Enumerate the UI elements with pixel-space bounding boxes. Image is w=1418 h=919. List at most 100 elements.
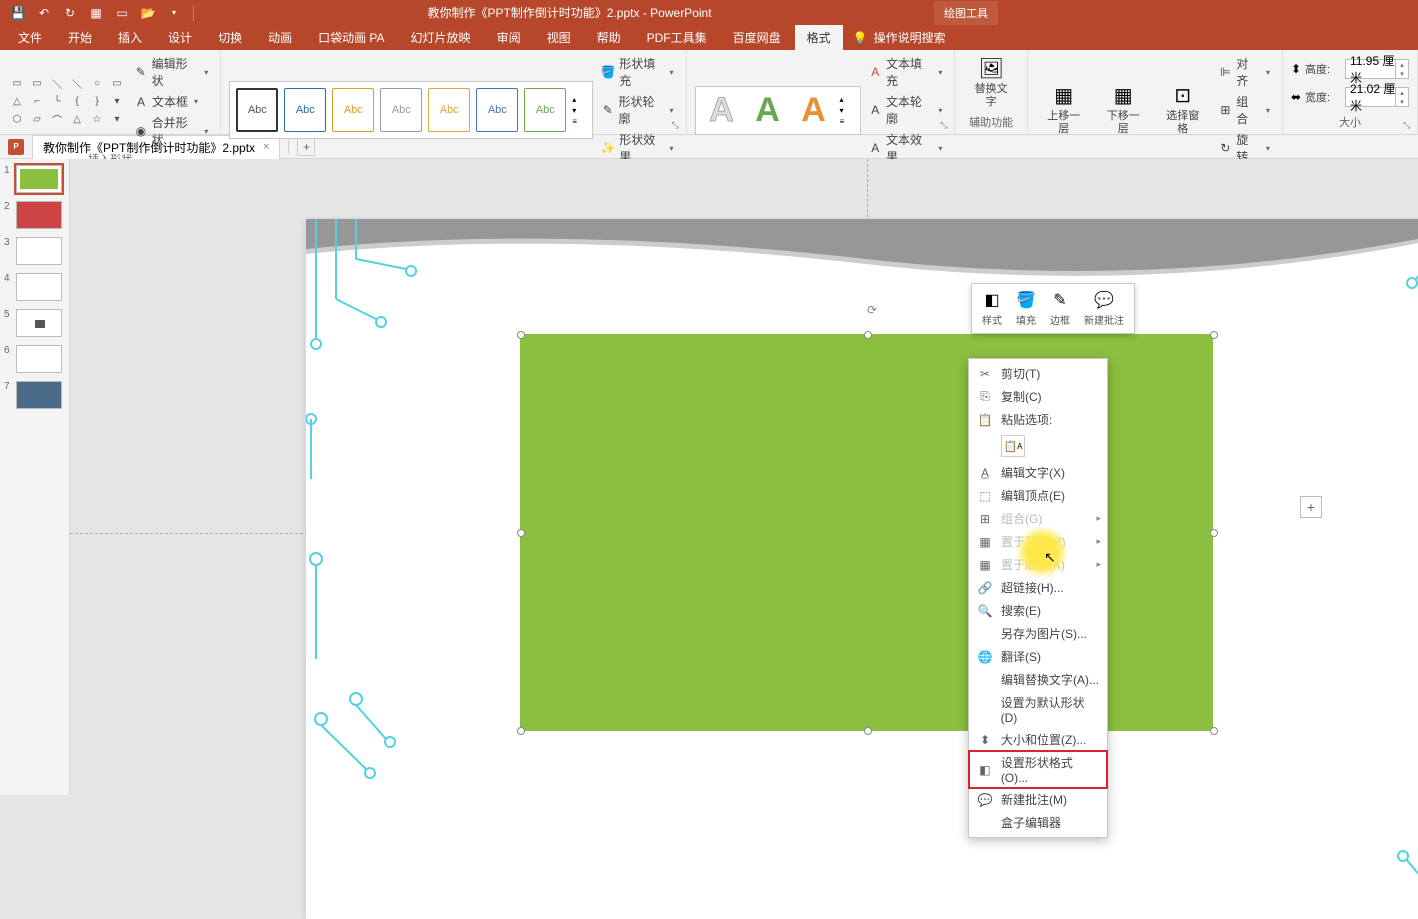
rotate-handle-icon[interactable]: ⟳ bbox=[867, 303, 885, 321]
save-icon[interactable]: 💾 bbox=[8, 3, 28, 23]
wordart-preset-3[interactable]: A bbox=[794, 91, 834, 130]
shape-fill-button[interactable]: 🪣形状填充▾ bbox=[597, 54, 677, 90]
tab-animations[interactable]: 动画 bbox=[256, 25, 304, 50]
slide-thumbnail-7[interactable] bbox=[16, 381, 62, 409]
tab-baidu[interactable]: 百度网盘 bbox=[721, 25, 793, 50]
shape-oval-icon[interactable]: ○ bbox=[88, 76, 106, 92]
slide-thumbnail-6[interactable] bbox=[16, 345, 62, 373]
tab-transitions[interactable]: 切换 bbox=[206, 25, 254, 50]
style-preset-2[interactable]: Abc bbox=[284, 88, 326, 132]
shape-star-icon[interactable]: ☆ bbox=[88, 112, 106, 128]
selection-handle-tm[interactable] bbox=[864, 331, 872, 339]
shape-brace-icon[interactable]: { bbox=[68, 94, 86, 110]
shape-styles-launcher[interactable]: ⤡ bbox=[672, 120, 684, 132]
ctx-default-shape[interactable]: 设置为默认形状(D) bbox=[969, 691, 1107, 728]
ctx-format-shape[interactable]: ◧设置形状格式(O)... bbox=[969, 751, 1107, 788]
selection-pane-button[interactable]: ⊡选择窗格 bbox=[1155, 82, 1211, 138]
tab-help[interactable]: 帮助 bbox=[585, 25, 633, 50]
shape-hex-icon[interactable]: ⬡ bbox=[8, 112, 26, 128]
style-preset-6[interactable]: Abc bbox=[476, 88, 518, 132]
mini-style-button[interactable]: ◧样式 bbox=[976, 288, 1008, 329]
tab-design[interactable]: 设计 bbox=[156, 25, 204, 50]
ctx-size-position[interactable]: ⬍大小和位置(Z)... bbox=[969, 728, 1107, 751]
shape-brace2-icon[interactable]: } bbox=[88, 94, 106, 110]
ctx-hyperlink[interactable]: 🔗超链接(H)... bbox=[969, 576, 1107, 599]
tab-review[interactable]: 审阅 bbox=[485, 25, 533, 50]
ctx-alt-text[interactable]: 编辑替换文字(A)... bbox=[969, 668, 1107, 691]
style-preset-4[interactable]: Abc bbox=[380, 88, 422, 132]
shape-arc-icon[interactable]: ⌒ bbox=[48, 112, 66, 128]
shape-outline-button[interactable]: ✎形状轮廓▾ bbox=[597, 92, 677, 128]
shape-line2-icon[interactable]: ＼ bbox=[68, 76, 86, 92]
ctx-new-comment[interactable]: 💬新建批注(M) bbox=[969, 788, 1107, 811]
add-button[interactable]: + bbox=[1300, 496, 1322, 518]
shape-tri-icon[interactable]: △ bbox=[68, 112, 86, 128]
height-input[interactable]: 11.95 厘米▴▾ bbox=[1345, 59, 1409, 79]
ctx-copy[interactable]: ⎘复制(C) bbox=[969, 385, 1107, 408]
ctx-edit-points[interactable]: ⬚编辑顶点(E) bbox=[969, 484, 1107, 507]
spin-up-icon[interactable]: ▴ bbox=[1396, 88, 1408, 97]
shape-rect2-icon[interactable]: ▭ bbox=[108, 76, 126, 92]
spin-down-icon[interactable]: ▾ bbox=[1396, 97, 1408, 106]
selection-handle-bl[interactable] bbox=[517, 727, 525, 735]
alt-text-button[interactable]: 🖼 替换文字 bbox=[963, 55, 1019, 111]
shape-textbox-icon[interactable]: ▭ bbox=[8, 76, 26, 92]
tab-home[interactable]: 开始 bbox=[56, 25, 104, 50]
wordart-gallery-more[interactable]: ▴▾≡ bbox=[840, 95, 854, 126]
style-preset-1[interactable]: Abc bbox=[236, 88, 278, 132]
slide-thumbnail-1[interactable] bbox=[16, 165, 62, 193]
ctx-translate[interactable]: 🌐翻译(S) bbox=[969, 645, 1107, 668]
tab-pocket-anim[interactable]: 口袋动画 PA bbox=[306, 25, 396, 50]
open-icon[interactable]: 📂 bbox=[138, 3, 158, 23]
paste-option-keep-formatting[interactable]: 📋A bbox=[1001, 435, 1025, 457]
size-launcher[interactable]: ⤡ bbox=[1403, 120, 1415, 132]
shape-gallery[interactable]: ▭ ▭ ＼ ＼ ○ ▭ △ ⌐ └ { } ▾ ⬡ ▱ bbox=[8, 76, 126, 128]
selection-handle-tl[interactable] bbox=[517, 331, 525, 339]
text-fill-button[interactable]: A文本填充▾ bbox=[865, 54, 947, 90]
align-button[interactable]: ⊫对齐▾ bbox=[1215, 54, 1274, 90]
group-button[interactable]: ⊞组合▾ bbox=[1215, 92, 1274, 128]
shape-conn2-icon[interactable]: └ bbox=[48, 94, 66, 110]
send-backward-button[interactable]: ▦下移一层 bbox=[1095, 82, 1151, 138]
spin-up-icon[interactable]: ▴ bbox=[1396, 60, 1408, 69]
style-gallery-more[interactable]: ▴▾≡ bbox=[572, 88, 586, 132]
tab-slideshow[interactable]: 幻灯片放映 bbox=[399, 25, 483, 50]
selection-handle-ml[interactable] bbox=[517, 529, 525, 537]
text-outline-button[interactable]: A文本轮廓▾ bbox=[865, 92, 947, 128]
slide-thumbnail-4[interactable] bbox=[16, 273, 62, 301]
shape-style-gallery[interactable]: Abc Abc Abc Abc Abc Abc Abc ▴▾≡ bbox=[229, 81, 593, 139]
tab-format[interactable]: 格式 bbox=[795, 25, 843, 50]
width-input[interactable]: 21.02 厘米▴▾ bbox=[1345, 87, 1409, 107]
slide-canvas-area[interactable]: ⟳ + bbox=[70, 159, 1418, 795]
style-preset-3[interactable]: Abc bbox=[332, 88, 374, 132]
selection-handle-br[interactable] bbox=[1210, 727, 1218, 735]
redo-icon[interactable]: ↻ bbox=[60, 3, 80, 23]
ctx-cut[interactable]: ✂剪切(T) bbox=[969, 362, 1107, 385]
wordart-launcher[interactable]: ⤡ bbox=[940, 120, 952, 132]
tab-file[interactable]: 文件 bbox=[6, 25, 54, 50]
ctx-box-editor[interactable]: 盒子编辑器 bbox=[969, 811, 1107, 834]
shape-rect-icon[interactable]: ▭ bbox=[28, 76, 46, 92]
shape-para-icon[interactable]: ▱ bbox=[28, 112, 46, 128]
ctx-edit-text[interactable]: A̲编辑文字(X) bbox=[969, 461, 1107, 484]
selection-handle-bm[interactable] bbox=[864, 727, 872, 735]
ctx-search[interactable]: 🔍搜索(E) bbox=[969, 599, 1107, 622]
shape-more-icon[interactable]: ▾ bbox=[108, 94, 126, 110]
tell-me-search[interactable]: 💡 操作说明搜索 bbox=[845, 29, 954, 46]
selection-handle-mr[interactable] bbox=[1210, 529, 1218, 537]
slide-thumbnail-2[interactable] bbox=[16, 201, 62, 229]
merge-shapes-button[interactable]: ◉合并形状▾ bbox=[130, 113, 212, 149]
new-slide-icon[interactable]: ▭ bbox=[112, 3, 132, 23]
shape-arrow-icon[interactable]: △ bbox=[8, 94, 26, 110]
undo-icon[interactable]: ↶ bbox=[34, 3, 54, 23]
shape-expand-icon[interactable]: ▾ bbox=[108, 112, 126, 128]
tab-insert[interactable]: 插入 bbox=[106, 25, 154, 50]
slide-thumbnail-3[interactable] bbox=[16, 237, 62, 265]
slideshow-icon[interactable]: ▦ bbox=[86, 3, 106, 23]
bring-forward-button[interactable]: ▦上移一层 bbox=[1036, 82, 1092, 138]
shape-line-icon[interactable]: ＼ bbox=[48, 76, 66, 92]
wordart-gallery[interactable]: A A A ▴▾≡ bbox=[695, 86, 861, 135]
mini-outline-button[interactable]: ✎边框 bbox=[1044, 288, 1076, 329]
style-preset-5[interactable]: Abc bbox=[428, 88, 470, 132]
edit-shape-button[interactable]: ✎编辑形状▾ bbox=[130, 54, 212, 90]
